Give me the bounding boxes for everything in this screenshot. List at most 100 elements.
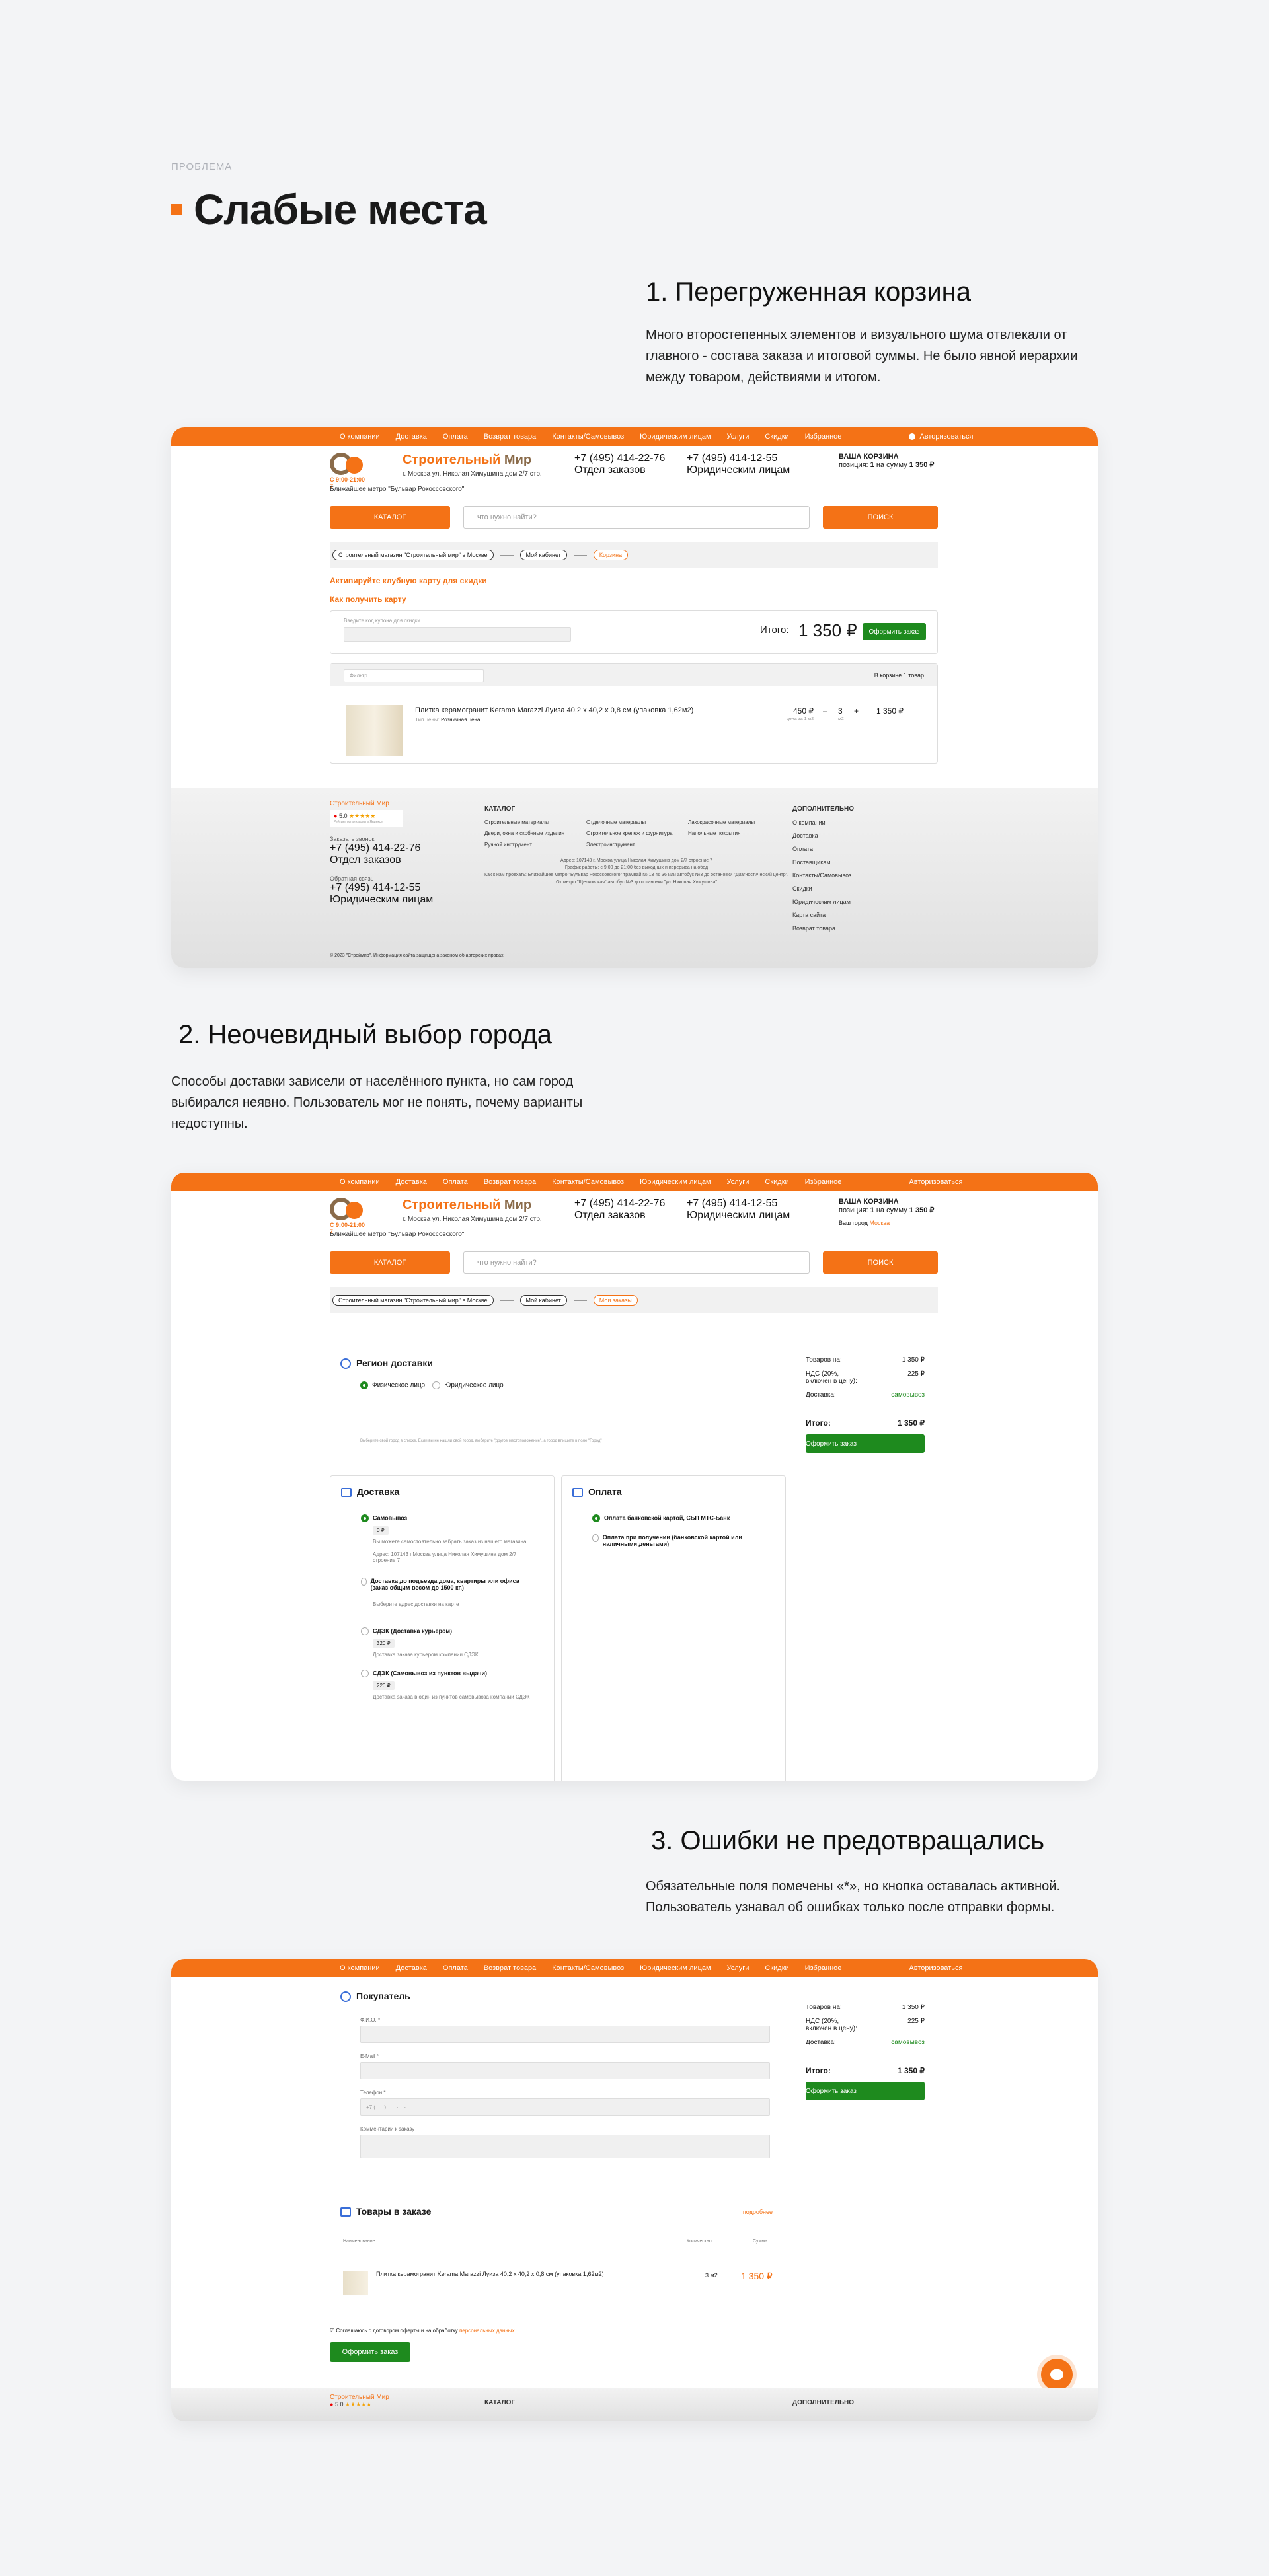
- city-selector[interactable]: Москва: [869, 1220, 890, 1226]
- crumb-cart: Корзина: [593, 550, 629, 560]
- page-title: Слабые места: [171, 185, 487, 234]
- catalog-button[interactable]: КАТАЛОГ: [330, 506, 450, 529]
- unit-price: 450 ₽: [793, 706, 814, 716]
- nav-item[interactable]: Оплата: [443, 1178, 468, 1186]
- how-card-link[interactable]: Как получить карту: [330, 595, 938, 604]
- crumb-home[interactable]: Строительный магазин "Строительный мир" …: [332, 550, 494, 560]
- nav-item[interactable]: Скидки: [765, 1178, 788, 1186]
- nav-item[interactable]: Избранное: [805, 433, 842, 441]
- nav-item[interactable]: О компании: [340, 1964, 380, 1972]
- qty-plus[interactable]: +: [854, 706, 859, 716]
- header-cart[interactable]: ВАША КОРЗИНА позиция: 1 на сумму 1 350 ₽: [839, 453, 934, 469]
- footer-phone-2[interactable]: +7 (495) 414-12-55: [330, 882, 433, 894]
- summary-checkout-button[interactable]: Оформить заказ: [806, 1434, 925, 1453]
- footer-brand: Строительный Мир: [330, 800, 389, 807]
- delivery-cdek-courier[interactable]: СДЭК (Доставка курьером): [361, 1627, 533, 1635]
- pay-on-receipt[interactable]: Оплата при получении (банковской картой …: [592, 1534, 764, 1547]
- nav-item[interactable]: Доставка: [396, 1178, 427, 1186]
- nav-item[interactable]: Избранное: [805, 1964, 842, 1972]
- coupon-input[interactable]: [344, 627, 571, 642]
- login-link[interactable]: Авторизоваться: [909, 433, 974, 441]
- nav-item[interactable]: Возврат товара: [484, 1964, 536, 1972]
- phone-orders[interactable]: +7 (495) 414-22-76: [574, 1198, 680, 1210]
- delivery-door[interactable]: Доставка до подъезда дома, квартиры или …: [361, 1578, 533, 1591]
- pay-card[interactable]: Оплата банковской картой, СБП МТС-Банк: [592, 1514, 764, 1522]
- comment-textarea[interactable]: [360, 2135, 770, 2158]
- breadcrumb: Строительный магазин "Строительный мир" …: [330, 1287, 938, 1313]
- nav-item[interactable]: Оплата: [443, 1964, 468, 1972]
- email-input[interactable]: [360, 2062, 770, 2079]
- crumb-cabinet[interactable]: Мой кабинет: [519, 1295, 567, 1306]
- club-card-link[interactable]: Активируйте клубную карту для скидки: [330, 576, 938, 585]
- delivery-pickup[interactable]: Самовывоз: [361, 1514, 533, 1522]
- login-link[interactable]: Авторизоваться: [909, 1964, 962, 1972]
- goods-block: Товары в заказе подробнее Наименование К…: [330, 2197, 786, 2317]
- cart-icon: [340, 2207, 351, 2217]
- phone-legal[interactable]: +7 (495) 414-12-55: [687, 1198, 832, 1210]
- phone-legal[interactable]: +7 (495) 414-12-55: [687, 453, 832, 464]
- nav-item[interactable]: Доставка: [396, 433, 427, 441]
- crumb-home[interactable]: Строительный магазин "Строительный мир" …: [332, 1295, 494, 1306]
- phone-input[interactable]: +7 (___) ___-__-__: [360, 2098, 770, 2116]
- coupon-box: Введите код купона для скидки Итого: 1 3…: [330, 610, 938, 654]
- buyer-block: Покупатель Ф.И.О. * E-Mail * Телефон * +…: [330, 1984, 786, 2189]
- logo[interactable]: С 9:00-21:00 7: [330, 453, 396, 490]
- filter-input[interactable]: Фильтр: [344, 669, 484, 682]
- nav-item[interactable]: Скидки: [765, 1964, 788, 1972]
- nav-item[interactable]: Избранное: [805, 1178, 842, 1186]
- delivery-screenshot: О компании Доставка Оплата Возврат товар…: [171, 1173, 1098, 1781]
- nav-item[interactable]: Юридическим лицам: [640, 1178, 711, 1186]
- summary-checkout-button[interactable]: Оформить заказ: [806, 2082, 925, 2100]
- login-link[interactable]: Авторизоваться: [909, 1178, 962, 1186]
- catalog-button[interactable]: КАТАЛОГ: [330, 1251, 450, 1274]
- search-button[interactable]: ПОИСК: [823, 1251, 938, 1274]
- logo[interactable]: С 9:00-21:00 7: [330, 1198, 396, 1235]
- chat-button[interactable]: [1041, 2359, 1073, 2390]
- chat-icon: [1050, 2369, 1063, 2380]
- total-label: Итого:: [760, 624, 789, 636]
- nav-item[interactable]: О компании: [340, 1178, 380, 1186]
- qty-value[interactable]: 3: [838, 706, 843, 716]
- phone-orders[interactable]: +7 (495) 414-22-76: [574, 453, 680, 464]
- nav-item[interactable]: Возврат товара: [484, 433, 536, 441]
- payment-block: Оплата Оплата банковской картой, СБП МТС…: [561, 1475, 786, 1781]
- nav-item[interactable]: Контакты/Самовывоз: [552, 433, 624, 441]
- rating-badge: ● 5.0 ★★★★★ Рейтинг организации в Яндексе: [330, 810, 403, 827]
- nav-item[interactable]: О компании: [340, 433, 380, 441]
- agree-checkbox[interactable]: ☑ Соглашаюсь с договором оферты и на обр…: [330, 2328, 515, 2334]
- checkout-button[interactable]: Оформить заказ: [863, 623, 926, 640]
- nav-item[interactable]: Оплата: [443, 433, 468, 441]
- qty-minus[interactable]: –: [823, 706, 827, 716]
- product-image[interactable]: [346, 705, 403, 756]
- nav-item[interactable]: Контакты/Самовывоз: [552, 1178, 624, 1186]
- person-type[interactable]: Физическое лицо Юридическое лицо: [360, 1381, 504, 1389]
- phone-orders-label: Отдел заказов: [574, 464, 646, 476]
- nav-item[interactable]: Услуги: [727, 1178, 750, 1186]
- nav-item[interactable]: Скидки: [765, 433, 788, 441]
- breadcrumb: Строительный магазин "Строительный мир" …: [330, 542, 938, 568]
- nav-item[interactable]: Юридическим лицам: [640, 1964, 711, 1972]
- search-input[interactable]: что нужно найти?: [463, 1251, 810, 1274]
- nav-item[interactable]: Контакты/Самовывоз: [552, 1964, 624, 1972]
- search-button[interactable]: ПОИСК: [823, 506, 938, 529]
- footer-catalog-title: КАТАЛОГ: [484, 805, 516, 813]
- location-icon: [340, 1358, 351, 1370]
- submit-order-button[interactable]: Оформить заказ: [330, 2342, 410, 2362]
- header-cart[interactable]: ВАША КОРЗИНА позиция: 1 на сумму 1 350 ₽…: [839, 1198, 934, 1226]
- nav-item[interactable]: Юридическим лицам: [640, 433, 711, 441]
- search-input[interactable]: что нужно найти?: [463, 506, 810, 529]
- nav-item[interactable]: Возврат товара: [484, 1178, 536, 1186]
- footer-phone-1[interactable]: +7 (495) 414-22-76: [330, 842, 433, 854]
- nav-item[interactable]: Услуги: [727, 433, 750, 441]
- delivery-cdek-pickup[interactable]: СДЭК (Самовывоз из пунктов выдачи): [361, 1670, 533, 1677]
- feedback-label[interactable]: Обратная связь: [330, 875, 433, 882]
- order-summary: Товаров на: 1 350 ₽ НДС (20%, включен в ц…: [792, 1343, 938, 1492]
- nav-item[interactable]: Услуги: [727, 1964, 750, 1972]
- call-label[interactable]: Заказать звонок: [330, 836, 433, 842]
- fio-input[interactable]: [360, 2026, 770, 2043]
- product-name[interactable]: Плитка керамогранит Kerama Marazzi Луиза…: [415, 706, 693, 714]
- more-link[interactable]: подробнее: [743, 2209, 773, 2215]
- crumb-cabinet[interactable]: Мой кабинет: [519, 550, 567, 560]
- cart-screenshot: О компании Доставка Оплата Возврат товар…: [171, 427, 1098, 968]
- nav-item[interactable]: Доставка: [396, 1964, 427, 1972]
